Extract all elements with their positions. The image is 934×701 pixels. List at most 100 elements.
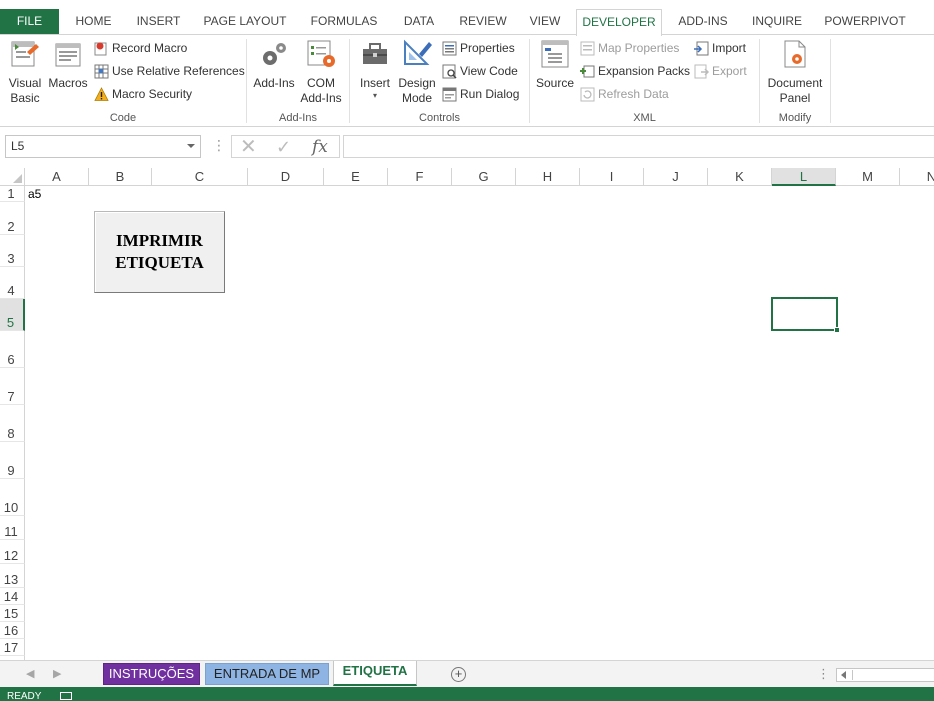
relative-references-label: Use Relative References [112,64,245,78]
macro-security-label: Macro Security [112,87,193,101]
row-header-13[interactable]: 13 [0,564,25,588]
row-header-3[interactable]: 3 [0,235,25,267]
group-divider [830,39,831,123]
sheet-tab-entrada-de-mp[interactable]: ENTRADA DE MP [205,663,329,685]
row-header-9[interactable]: 9 [0,442,25,479]
column-header-j[interactable]: J [644,168,708,186]
select-all-icon [13,174,22,183]
macros-label: Macros [48,76,88,90]
enter-check-icon[interactable]: ✓ [276,136,291,158]
row-header-5[interactable]: 5 [0,299,25,331]
column-header-g[interactable]: G [452,168,516,186]
resize-handle[interactable]: ⋮ [212,138,226,152]
row-header-4[interactable]: 4 [0,267,25,299]
row-number: 6 [7,352,15,367]
column-header-n[interactable]: N [900,168,934,186]
row-header-17[interactable]: 17 [0,639,25,656]
scroll-left-arrow-icon[interactable] [841,671,846,679]
group-add-ins-label: Add-Ins [279,112,317,124]
document-panel-button[interactable]: Document Panel [764,38,826,106]
add-ins-button[interactable]: Add-Ins [251,38,297,91]
row-header-2[interactable]: 2 [0,202,25,235]
row-header-15[interactable]: 15 [0,605,25,622]
insert-control-button[interactable]: Insert ▾ [354,38,396,101]
tab-file[interactable]: FILE [0,9,59,35]
column-header-c[interactable]: C [152,168,248,186]
formula-input[interactable] [343,135,934,158]
view-code-icon [442,64,457,79]
row-header-8[interactable]: 8 [0,405,25,442]
tab-view[interactable]: VIEW [523,9,567,35]
row-header-14[interactable]: 14 [0,588,25,605]
tab-formulas[interactable]: FORMULAS [304,9,384,35]
column-header-h[interactable]: H [516,168,580,186]
row-number: 9 [7,463,15,478]
macros-button[interactable]: Macros [47,38,89,91]
status-bar: READY [0,687,934,701]
column-header-b[interactable]: B [89,168,152,186]
expansion-packs-icon [580,65,595,78]
spreadsheet-grid[interactable]: A B C D E F G H I J K L M N 1 2 3 4 5 6 … [0,168,934,660]
scroll-right-icon[interactable]: ▶ [53,667,61,680]
name-box[interactable]: L5 [5,135,201,158]
tab-inquire[interactable]: INQUIRE [746,9,808,35]
column-header-e[interactable]: E [324,168,388,186]
select-all-button[interactable] [0,168,25,186]
row-header-6[interactable]: 6 [0,331,25,368]
column-header-k[interactable]: K [708,168,772,186]
visual-basic-button[interactable]: Visual Basic [4,38,46,106]
column-header-a[interactable]: A [25,168,89,186]
macros-icon [55,43,81,67]
properties-label: Properties [460,41,515,55]
sheet-tab-instrucoes[interactable]: INSTRUÇÕES [103,663,200,685]
column-header-m[interactable]: M [836,168,900,186]
cancel-icon[interactable]: ✕ [240,136,257,158]
xml-source-label: Source [535,76,575,90]
macro-recording-icon[interactable] [60,692,72,700]
add-sheet-icon[interactable]: + [451,667,466,682]
sheet-tab-etiqueta[interactable]: ETIQUETA [333,661,417,686]
tab-add-ins[interactable]: ADD-INS [672,9,734,35]
tab-page-layout[interactable]: PAGE LAYOUT [199,9,291,35]
scrollbar-thumb[interactable] [852,670,853,680]
row-header-11[interactable]: 11 [0,516,25,540]
row-header-16[interactable]: 16 [0,622,25,639]
column-header-i[interactable]: I [580,168,644,186]
row-number: 5 [6,315,15,330]
formula-bar: L5 ⋮ ✕ ✓ fx [0,133,934,161]
relative-references-icon [94,64,109,79]
tab-data[interactable]: DATA [395,9,443,35]
scroll-left-icon[interactable]: ◀ [26,667,34,680]
tab-home[interactable]: HOME [66,9,121,35]
xml-source-button[interactable]: Source [535,38,575,91]
refresh-data-icon [580,87,595,102]
row-header-10[interactable]: 10 [0,479,25,516]
design-mode-button[interactable]: Design Mode [396,38,438,106]
tab-review[interactable]: REVIEW [455,9,511,35]
row-number: 8 [7,426,15,441]
com-add-ins-button[interactable]: COM Add-Ins [297,38,345,106]
print-label-macro-button[interactable]: IMPRIMIR ETIQUETA [94,211,225,293]
tab-developer[interactable]: DEVELOPER [576,9,662,36]
fill-handle[interactable] [834,327,840,333]
row-header-7[interactable]: 7 [0,368,25,405]
column-header-l[interactable]: L [772,168,836,186]
column-header-f[interactable]: F [388,168,452,186]
row-header-1[interactable]: 1 [0,186,25,202]
row-header-12[interactable]: 12 [0,540,25,564]
insert-function-icon[interactable]: fx [312,136,328,158]
add-ins-label: Add-Ins [253,76,295,90]
cell-a1[interactable]: a5 [28,187,41,202]
chevron-down-icon[interactable] [187,144,195,148]
tab-split-handle[interactable]: ⋮ [817,666,830,682]
column-header-d[interactable]: D [248,168,324,186]
group-add-ins: Add-Ins COM Add-Ins Add-Ins [247,35,349,127]
properties-icon [442,41,457,56]
active-cell-l5[interactable] [771,297,840,333]
horizontal-scrollbar[interactable] [836,668,934,682]
tab-insert[interactable]: INSERT [131,9,186,35]
group-xml: Source Map Properties Expansion Packs Re… [530,35,759,127]
name-box-value: L5 [11,139,25,153]
row-number: 11 [4,524,18,539]
tab-powerpivot[interactable]: POWERPIVOT [822,9,908,35]
